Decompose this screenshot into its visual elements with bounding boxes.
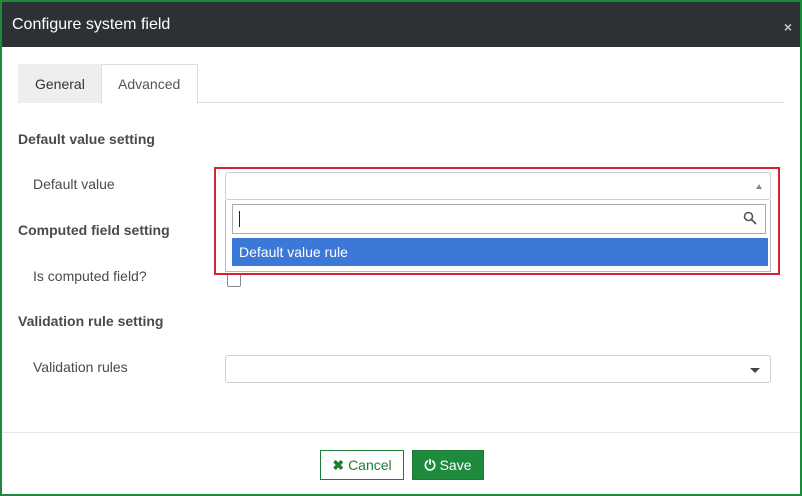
cancel-button-label: Cancel — [348, 457, 392, 473]
default-value-dropdown: Default value rule — [225, 200, 771, 272]
default-value-setting-heading: Default value setting — [18, 131, 155, 147]
cancel-button[interactable]: ✖ Cancel — [320, 450, 404, 480]
search-icon — [743, 211, 757, 225]
validation-rules-select[interactable] — [225, 355, 771, 383]
configure-system-field-dialog: Configure system field × General Advance… — [0, 0, 802, 496]
default-value-select[interactable] — [225, 172, 771, 200]
save-button[interactable]: ⏻ Save — [412, 450, 484, 480]
text-cursor — [239, 211, 240, 227]
validation-rule-setting-heading: Validation rule setting — [18, 313, 164, 329]
dropdown-search-input[interactable] — [233, 205, 733, 233]
computed-field-setting-heading: Computed field setting — [18, 222, 170, 238]
dropdown-search-box[interactable] — [232, 204, 766, 234]
dropdown-option-default-value-rule[interactable]: Default value rule — [232, 238, 768, 266]
is-computed-field-label: Is computed field? — [33, 268, 147, 284]
times-icon: ✖ — [332, 457, 345, 473]
close-icon[interactable]: × — [784, 20, 792, 34]
power-icon: ⏻ — [424, 457, 436, 473]
tab-bar: General Advanced — [18, 64, 784, 104]
chevron-down-icon — [750, 368, 760, 373]
footer-divider — [2, 432, 800, 433]
tab-advanced[interactable]: Advanced — [101, 64, 198, 104]
tab-general[interactable]: General — [18, 64, 101, 103]
validation-rules-label: Validation rules — [33, 359, 128, 375]
dialog-title: Configure system field — [12, 16, 171, 33]
save-button-label: Save — [439, 457, 472, 473]
default-value-label: Default value — [33, 176, 115, 192]
dialog-titlebar: Configure system field × — [2, 2, 800, 47]
caret-up-icon — [756, 184, 762, 189]
is-computed-field-checkbox[interactable] — [227, 273, 241, 287]
